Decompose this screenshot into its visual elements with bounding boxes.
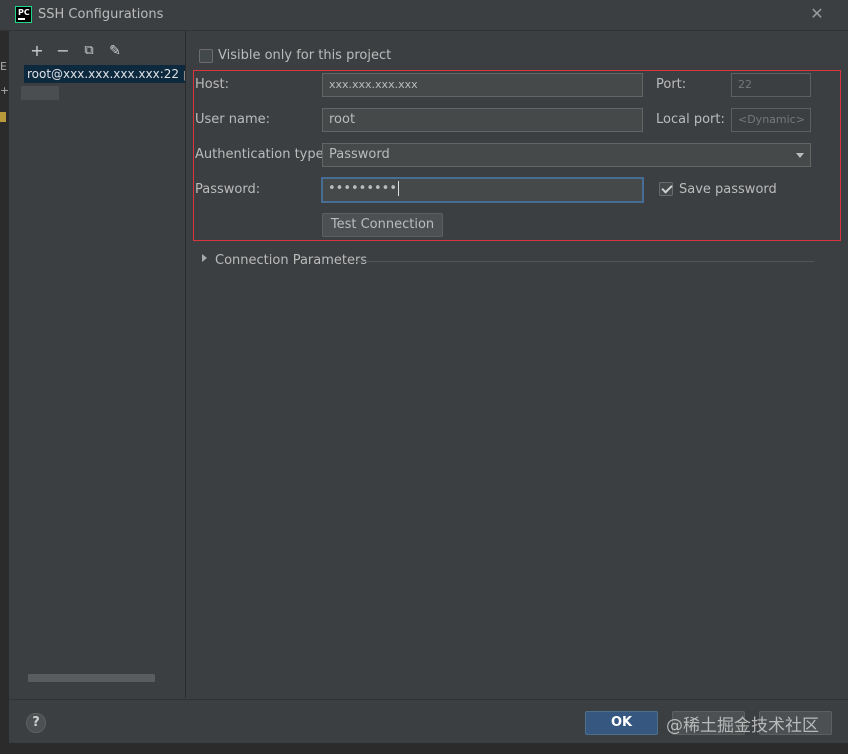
list-drag-ghost	[21, 86, 59, 100]
port-label: Port:	[656, 77, 687, 92]
list-item[interactable]: root@xxx.xxx.xxx.xxx:22 pas	[24, 65, 185, 83]
ide-bottom-strip	[0, 742, 848, 754]
ide-background-strip: E +	[0, 0, 9, 754]
password-value: •••••••••	[328, 181, 398, 196]
close-icon[interactable]: ✕	[808, 4, 826, 24]
local-port-input[interactable]: <Dynamic>	[731, 108, 811, 132]
visible-only-label: Visible only for this project	[218, 48, 392, 63]
list-item-suffix: pas	[179, 67, 185, 81]
auth-type-label: Authentication type:	[195, 147, 328, 162]
auth-type-select[interactable]: Password	[322, 143, 811, 167]
user-name-input[interactable]: root	[322, 108, 643, 132]
ide-fragment: E	[0, 60, 7, 73]
chevron-down-icon	[796, 153, 804, 158]
ide-fragment: +	[0, 84, 10, 97]
list-item-label: root@xxx.xxx.xxx.xxx:22	[27, 67, 180, 81]
configurations-list-panel: + − ⧉ ✎ root@xxx.xxx.xxx.xxx:22 pas	[9, 31, 186, 698]
visible-only-checkbox[interactable]	[199, 49, 213, 63]
local-port-label: Local port:	[656, 112, 725, 127]
password-label: Password:	[195, 182, 261, 197]
pycharm-app-icon: PC	[15, 6, 32, 23]
title-bar: PC SSH Configurations ✕	[0, 0, 848, 31]
password-input[interactable]: •••••••••	[321, 177, 644, 203]
remove-icon[interactable]: −	[53, 41, 73, 61]
connection-parameters-toggle[interactable]: Connection Parameters	[215, 253, 367, 268]
test-connection-button[interactable]: Test Connection	[322, 213, 443, 237]
user-name-label: User name:	[195, 112, 271, 127]
save-password-label: Save password	[679, 182, 777, 197]
host-input[interactable]: xxx.xxx.xxx.xxx	[322, 73, 643, 97]
copy-icon[interactable]: ⧉	[79, 41, 99, 61]
auth-type-value: Password	[329, 147, 390, 162]
port-input[interactable]: 22	[731, 73, 811, 97]
edit-icon[interactable]: ✎	[105, 41, 125, 61]
save-password-checkbox[interactable]	[659, 182, 673, 196]
expand-triangle-icon[interactable]	[202, 254, 207, 262]
ok-button[interactable]: OK	[585, 711, 658, 735]
ide-fragment	[0, 112, 6, 122]
window-title: SSH Configurations	[38, 7, 164, 22]
add-icon[interactable]: +	[27, 41, 47, 61]
section-divider	[356, 261, 814, 262]
text-cursor	[398, 181, 400, 196]
host-label: Host:	[195, 77, 229, 92]
watermark-text: @稀土掘金技术社区	[666, 716, 819, 736]
horizontal-scrollbar[interactable]	[28, 674, 155, 682]
help-button[interactable]: ?	[26, 713, 46, 733]
